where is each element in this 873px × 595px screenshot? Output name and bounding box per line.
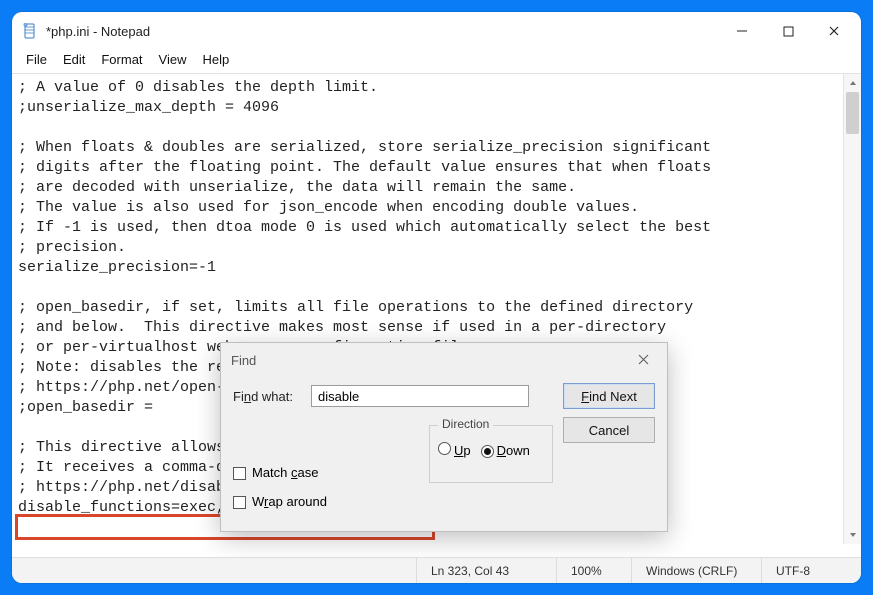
scroll-up-arrow[interactable]	[844, 74, 861, 92]
status-position: Ln 323, Col 43	[416, 558, 556, 583]
direction-group: Direction Up Down	[429, 425, 553, 483]
menu-help[interactable]: Help	[196, 50, 235, 69]
status-bar: Ln 323, Col 43 100% Windows (CRLF) UTF-8	[12, 557, 861, 583]
find-what-label: Find what:	[233, 389, 311, 404]
editor-area: ; A value of 0 disables the depth limit.…	[12, 74, 861, 544]
find-close-button[interactable]	[629, 352, 657, 368]
direction-down-option[interactable]: Down	[481, 443, 530, 458]
maximize-button[interactable]	[765, 15, 811, 47]
notepad-window: *php.ini - Notepad File Edit Format View…	[12, 12, 861, 583]
find-what-input[interactable]	[311, 385, 529, 407]
direction-label: Direction	[438, 417, 493, 431]
status-line-ending: Windows (CRLF)	[631, 558, 761, 583]
find-dialog-titlebar[interactable]: Find	[221, 343, 667, 377]
status-zoom: 100%	[556, 558, 631, 583]
document-icon	[22, 23, 38, 39]
find-next-button[interactable]: Find Next	[563, 383, 655, 409]
menu-edit[interactable]: Edit	[57, 50, 91, 69]
match-case-checkbox[interactable]: Match case	[233, 465, 327, 480]
minimize-button[interactable]	[719, 15, 765, 47]
menu-file[interactable]: File	[20, 50, 53, 69]
direction-up-option[interactable]: Up	[438, 442, 471, 458]
window-title: *php.ini - Notepad	[46, 24, 150, 39]
menu-format[interactable]: Format	[95, 50, 148, 69]
title-bar: *php.ini - Notepad	[12, 12, 861, 50]
menu-view[interactable]: View	[153, 50, 193, 69]
find-dialog: Find Find what: Find Next Cancel Directi…	[220, 342, 668, 532]
close-button[interactable]	[811, 15, 857, 47]
status-encoding: UTF-8	[761, 558, 861, 583]
scroll-thumb[interactable]	[846, 92, 859, 134]
find-dialog-title: Find	[231, 353, 256, 368]
scroll-down-arrow[interactable]	[844, 526, 861, 544]
wrap-around-checkbox[interactable]: Wrap around	[233, 494, 327, 509]
find-cancel-button[interactable]: Cancel	[563, 417, 655, 443]
menu-bar: File Edit Format View Help	[12, 50, 861, 73]
vertical-scrollbar[interactable]	[843, 74, 861, 544]
